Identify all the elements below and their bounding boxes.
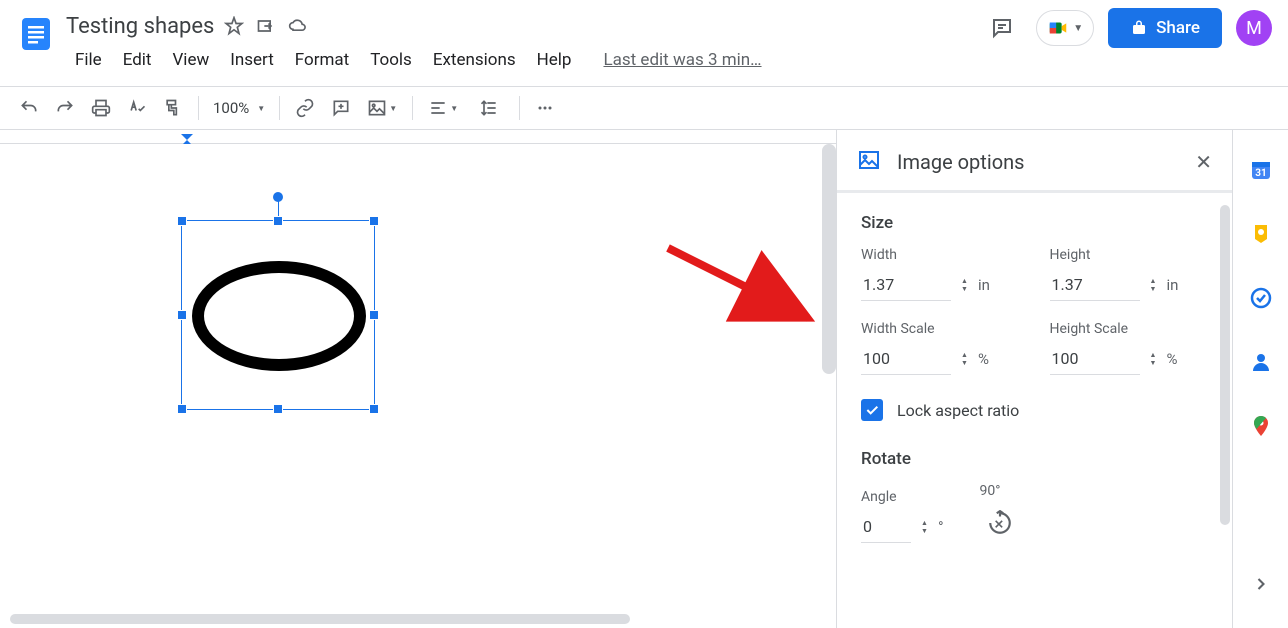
- document-area[interactable]: [0, 130, 836, 628]
- lock-aspect-checkbox[interactable]: [861, 399, 883, 421]
- menubar: File Edit View Insert Format Tools Exten…: [66, 46, 982, 74]
- titlebar: Testing shapes File Edit View Insert For…: [66, 8, 982, 74]
- redo-icon[interactable]: [48, 93, 82, 123]
- right-rail: 31: [1232, 130, 1288, 628]
- resize-handle-br[interactable]: [369, 404, 379, 414]
- angle-stepper[interactable]: ▲▼: [921, 520, 928, 535]
- width-scale-stepper[interactable]: ▲▼: [961, 352, 968, 367]
- caret-down-icon: ▼: [1073, 23, 1083, 34]
- width-scale-input[interactable]: [861, 343, 951, 375]
- panel-title: Image options: [897, 150, 1024, 174]
- width-unit: in: [978, 276, 990, 294]
- width-scale-unit: %: [978, 350, 989, 368]
- comment-history-icon[interactable]: [982, 8, 1022, 48]
- keep-icon[interactable]: [1249, 222, 1273, 246]
- resize-handle-mr[interactable]: [369, 310, 379, 320]
- ninety-label: 90°: [980, 483, 1020, 499]
- print-icon[interactable]: [84, 93, 118, 123]
- height-input[interactable]: [1050, 269, 1140, 301]
- menu-file[interactable]: File: [66, 46, 111, 74]
- width-input[interactable]: [861, 269, 951, 301]
- resize-handle-tl[interactable]: [177, 216, 187, 226]
- height-scale-label: Height Scale: [1050, 321, 1209, 337]
- height-scale-stepper[interactable]: ▲▼: [1150, 352, 1157, 367]
- ellipse-shape[interactable]: [192, 261, 366, 371]
- spellcheck-icon[interactable]: [120, 93, 154, 123]
- close-icon[interactable]: ✕: [1195, 150, 1212, 174]
- main-area: Image options ✕ Size Width ▲▼ in Height: [0, 130, 1288, 628]
- width-scale-label: Width Scale: [861, 321, 1020, 337]
- ruler[interactable]: [0, 130, 836, 144]
- cloud-icon[interactable]: [288, 16, 308, 36]
- rotate-90-button[interactable]: [980, 503, 1020, 543]
- link-icon[interactable]: [288, 93, 322, 123]
- svg-text:31: 31: [1255, 168, 1266, 179]
- more-icon[interactable]: [528, 93, 562, 123]
- height-stepper[interactable]: ▲▼: [1150, 278, 1157, 293]
- rotate-section-title: Rotate: [861, 449, 1208, 469]
- panel-scrollbar[interactable]: [1220, 205, 1230, 525]
- meet-button[interactable]: ▼: [1036, 10, 1094, 46]
- undo-icon[interactable]: [12, 93, 46, 123]
- account-avatar[interactable]: M: [1236, 10, 1272, 46]
- star-icon[interactable]: [224, 16, 244, 36]
- move-icon[interactable]: [256, 16, 276, 36]
- resize-handle-tm[interactable]: [273, 216, 283, 226]
- align-icon[interactable]: ▼: [421, 93, 465, 123]
- share-label: Share: [1156, 18, 1200, 38]
- size-section-title: Size: [861, 213, 1208, 233]
- add-comment-icon[interactable]: [324, 93, 358, 123]
- width-stepper[interactable]: ▲▼: [961, 278, 968, 293]
- lock-aspect-label: Lock aspect ratio: [897, 401, 1019, 420]
- docs-logo[interactable]: [16, 8, 56, 60]
- tasks-icon[interactable]: [1249, 286, 1273, 310]
- insert-image-icon[interactable]: ▼: [360, 93, 404, 123]
- page[interactable]: [0, 144, 836, 628]
- horizontal-scrollbar[interactable]: [10, 614, 630, 624]
- height-unit: in: [1166, 276, 1178, 294]
- resize-handle-tr[interactable]: [369, 216, 379, 226]
- resize-handle-bm[interactable]: [273, 404, 283, 414]
- height-label: Height: [1050, 247, 1209, 263]
- menu-view[interactable]: View: [163, 46, 218, 74]
- toolbar: 100%▼ ▼ ▼: [0, 86, 1288, 130]
- height-scale-input[interactable]: [1050, 343, 1140, 375]
- angle-label: Angle: [861, 489, 944, 505]
- menu-tools[interactable]: Tools: [361, 46, 421, 74]
- image-options-panel: Image options ✕ Size Width ▲▼ in Height: [836, 130, 1232, 628]
- menu-help[interactable]: Help: [528, 46, 581, 74]
- maps-icon[interactable]: [1249, 414, 1273, 438]
- header: Testing shapes File Edit View Insert For…: [0, 0, 1288, 80]
- angle-input[interactable]: [861, 511, 911, 543]
- hide-panel-icon[interactable]: [1251, 574, 1271, 598]
- image-icon: [857, 148, 881, 176]
- width-label: Width: [861, 247, 1020, 263]
- menu-edit[interactable]: Edit: [114, 46, 161, 74]
- last-edit-link[interactable]: Last edit was 3 min…: [603, 50, 761, 70]
- menu-format[interactable]: Format: [286, 46, 358, 74]
- resize-handle-ml[interactable]: [177, 310, 187, 320]
- angle-unit: °: [938, 518, 944, 536]
- menu-extensions[interactable]: Extensions: [424, 46, 525, 74]
- share-button[interactable]: Share: [1108, 8, 1222, 48]
- selected-shape[interactable]: [181, 220, 375, 410]
- calendar-icon[interactable]: 31: [1249, 158, 1273, 182]
- menu-insert[interactable]: Insert: [221, 46, 283, 74]
- contacts-icon[interactable]: [1249, 350, 1273, 374]
- vertical-scrollbar[interactable]: [822, 144, 836, 374]
- height-scale-unit: %: [1166, 350, 1177, 368]
- paint-format-icon[interactable]: [156, 93, 190, 123]
- resize-handle-bl[interactable]: [177, 404, 187, 414]
- line-spacing-icon[interactable]: [467, 93, 511, 123]
- zoom-select[interactable]: 100%▼: [207, 99, 271, 117]
- document-title[interactable]: Testing shapes: [66, 14, 214, 39]
